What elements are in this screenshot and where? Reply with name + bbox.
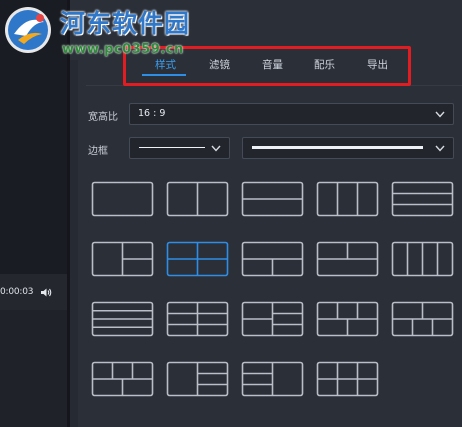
border-label: 边框: [88, 146, 108, 157]
chevron-down-icon: [211, 145, 221, 152]
layout-split-4-horizontal-icon: [91, 301, 154, 337]
watermark-url: www.pc0359.cn: [62, 42, 184, 57]
layout-tile-top-3-plus-bottom-2[interactable]: [91, 361, 154, 397]
active-tab-indicator: [142, 74, 186, 76]
border-style-select[interactable]: [129, 137, 230, 159]
preview-panel: [0, 0, 67, 427]
layout-tile-left-3-plus-right[interactable]: [241, 361, 304, 397]
layout-tile-single[interactable]: [91, 181, 154, 217]
aspect-ratio-value: 16 : 9: [138, 108, 166, 119]
border-width-sample: [252, 146, 423, 149]
speaker-icon[interactable]: [40, 287, 52, 298]
layout-tile-left-plus-right-2[interactable]: [91, 241, 154, 277]
aspect-ratio-select[interactable]: 16 : 9: [129, 103, 454, 125]
tab-filter[interactable]: 滤镜: [209, 57, 230, 72]
tab-export[interactable]: 导出: [367, 57, 388, 72]
layout-tile-left-plus-right-3[interactable]: [166, 361, 229, 397]
layout-tile-grid-2x2[interactable]: [166, 241, 229, 277]
layout-grid-3x2-vertical-icon: [316, 361, 379, 397]
layout-left-3-plus-right-icon: [241, 361, 304, 397]
layout-split-3-vertical-icon: [316, 181, 379, 217]
layout-tile-split-2-horizontal[interactable]: [241, 181, 304, 217]
layout-tile-top-2-plus-bottom[interactable]: [316, 241, 379, 277]
tab-music[interactable]: 配乐: [314, 57, 335, 72]
layout-tile-split-2-vertical[interactable]: [166, 181, 229, 217]
watermark-title: 河东软件园: [60, 9, 191, 38]
preview-lower-area: [0, 310, 67, 427]
layout-tile-left-2-plus-right-3[interactable]: [241, 301, 304, 337]
chevron-down-icon: [435, 111, 445, 118]
layout-mixed-5-icon: [316, 301, 379, 337]
tab-divider: [86, 85, 462, 86]
layout-left-plus-right-2-icon: [91, 241, 154, 277]
layout-grid-2x2-icon: [166, 241, 229, 277]
layout-single-icon: [91, 181, 154, 217]
layout-tile-split-4-vertical[interactable]: [391, 241, 454, 277]
layout-tile-split-3-vertical[interactable]: [316, 181, 379, 217]
playback-time: 0:00:03: [0, 287, 34, 297]
tab-style[interactable]: 样式: [155, 57, 176, 72]
layout-top-2-plus-bottom-3-icon: [391, 301, 454, 337]
chevron-down-icon: [435, 145, 445, 152]
layout-tile-grid-2x3[interactable]: [166, 301, 229, 337]
layout-split-3-horizontal-icon: [391, 181, 454, 217]
watermark-logo: [5, 7, 51, 53]
layout-tile-mixed-5[interactable]: [316, 301, 379, 337]
layout-top-plus-bottom-2-icon: [241, 241, 304, 277]
layout-grid-2x3-icon: [166, 301, 229, 337]
border-width-select[interactable]: [242, 137, 454, 159]
layout-left-plus-right-3-icon: [166, 361, 229, 397]
layout-top-2-plus-bottom-icon: [316, 241, 379, 277]
layout-top-3-plus-bottom-2-icon: [91, 361, 154, 397]
layout-split-4-vertical-icon: [391, 241, 454, 277]
panel-gutter: [70, 60, 78, 427]
layout-tile-top-2-plus-bottom-3[interactable]: [391, 301, 454, 337]
app-window: 0:00:03 样式 滤镜 音量 配乐 导出 宽高比 16 : 9 边框 河东软…: [0, 0, 462, 427]
layout-tile-top-plus-bottom-2[interactable]: [241, 241, 304, 277]
aspect-ratio-label: 宽高比: [88, 112, 118, 123]
layout-tile-split-4-horizontal[interactable]: [91, 301, 154, 337]
tab-volume[interactable]: 音量: [262, 57, 283, 72]
layout-tile-split-3-horizontal[interactable]: [391, 181, 454, 217]
border-style-sample: [139, 147, 205, 148]
layout-split-2-vertical-icon: [166, 181, 229, 217]
layout-split-2-horizontal-icon: [241, 181, 304, 217]
layout-left-2-plus-right-3-icon: [241, 301, 304, 337]
layout-tile-grid-3x2-vertical[interactable]: [316, 361, 379, 397]
